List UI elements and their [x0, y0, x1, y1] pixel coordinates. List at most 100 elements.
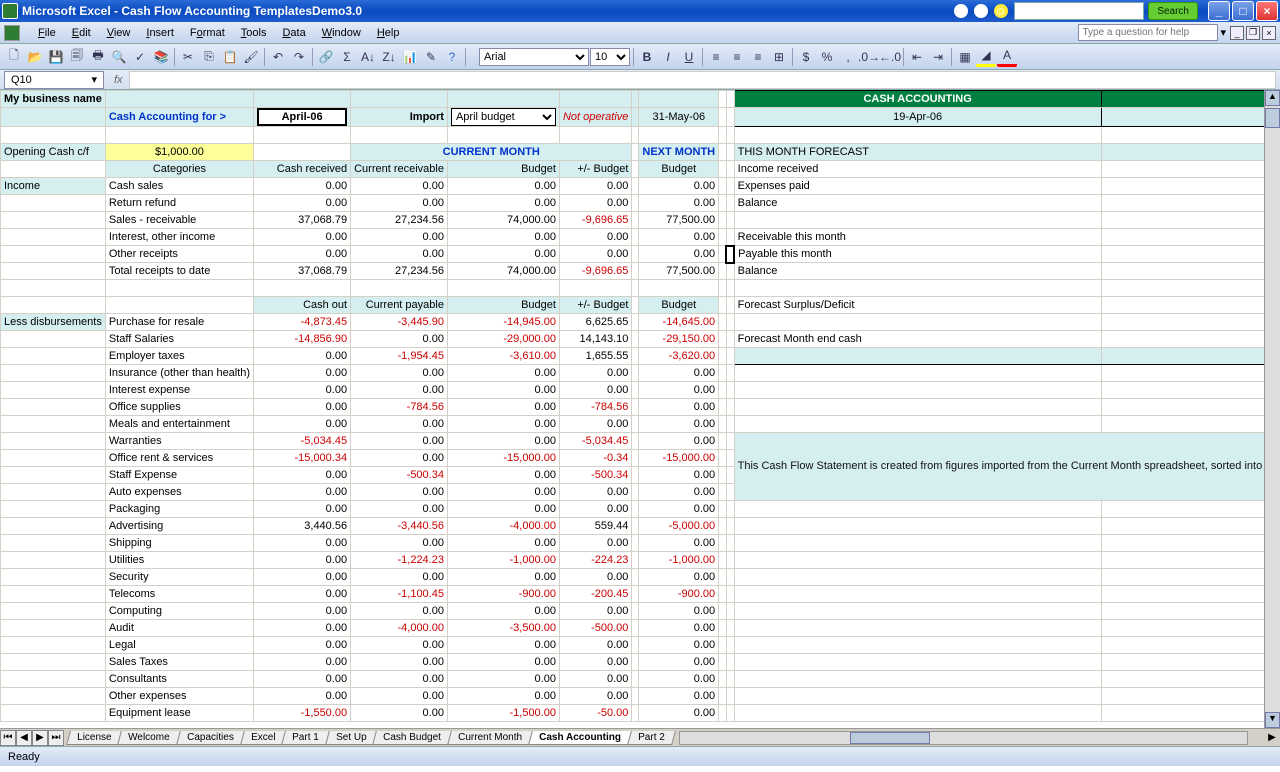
cell[interactable]: [726, 382, 734, 399]
cell[interactable]: Packaging: [105, 501, 253, 518]
align-center-icon[interactable]: ≡: [727, 47, 747, 67]
merge-icon[interactable]: ⊞: [769, 47, 789, 67]
cell[interactable]: [726, 586, 734, 603]
cell[interactable]: -14,856.90: [254, 331, 351, 348]
cell[interactable]: 0.00: [254, 620, 351, 637]
cell[interactable]: 0.00: [559, 484, 631, 501]
mdi-minimize[interactable]: _: [1230, 26, 1244, 40]
cell[interactable]: [1101, 314, 1280, 331]
minimize-button[interactable]: _: [1208, 1, 1230, 21]
cell[interactable]: [639, 91, 719, 108]
cell[interactable]: [632, 569, 639, 586]
cell[interactable]: [719, 144, 727, 161]
cell[interactable]: -1,224.23: [351, 552, 448, 569]
cell[interactable]: Sales - receivable: [105, 212, 253, 229]
cell[interactable]: -3,610.00: [447, 348, 559, 365]
cell[interactable]: [734, 280, 1101, 297]
cell[interactable]: Consultants: [105, 671, 253, 688]
cell[interactable]: [1, 246, 106, 263]
cell[interactable]: [254, 280, 351, 297]
cell[interactable]: [632, 246, 639, 263]
cell[interactable]: [447, 91, 559, 108]
cell[interactable]: 0.00: [254, 603, 351, 620]
cell[interactable]: [1101, 654, 1280, 671]
cell[interactable]: [734, 637, 1101, 654]
cell[interactable]: -9,696.65: [559, 263, 631, 280]
cell[interactable]: [719, 348, 727, 365]
cell[interactable]: [734, 382, 1101, 399]
cell[interactable]: [734, 705, 1101, 722]
cell[interactable]: [719, 127, 727, 144]
chart-icon[interactable]: 📊: [400, 47, 420, 67]
cell[interactable]: Purchase for resale: [105, 314, 253, 331]
cell[interactable]: 0.00: [447, 246, 559, 263]
cell[interactable]: [719, 552, 727, 569]
cell[interactable]: [719, 212, 727, 229]
cell[interactable]: 0.00: [639, 705, 719, 722]
align-left-icon[interactable]: ≡: [706, 47, 726, 67]
cell[interactable]: Balance: [734, 263, 1101, 280]
drawing-icon[interactable]: ✎: [421, 47, 441, 67]
currency-icon[interactable]: $: [796, 47, 816, 67]
cell[interactable]: 0.00: [639, 569, 719, 586]
cell[interactable]: [559, 280, 631, 297]
scroll-up-icon[interactable]: ▲: [1265, 90, 1280, 106]
cell[interactable]: 31-May-06: [639, 108, 719, 127]
cell[interactable]: [447, 127, 559, 144]
cell[interactable]: Equipment lease: [105, 705, 253, 722]
cell[interactable]: 0.00: [254, 195, 351, 212]
cell[interactable]: [1, 195, 106, 212]
cell[interactable]: April-06: [254, 108, 351, 127]
cell[interactable]: [726, 195, 734, 212]
percent-icon[interactable]: %: [817, 47, 837, 67]
cell[interactable]: April budget: [447, 108, 559, 127]
mail-icon[interactable]: ✉: [974, 4, 988, 18]
sheet-tab[interactable]: Capacities: [176, 731, 244, 745]
sort-desc-icon[interactable]: Z↓: [379, 47, 399, 67]
cell[interactable]: [1, 450, 106, 467]
cell[interactable]: Legal: [105, 637, 253, 654]
cell[interactable]: [559, 127, 631, 144]
cell[interactable]: Office rent & services: [105, 450, 253, 467]
cell[interactable]: [1101, 144, 1280, 161]
borders-icon[interactable]: ▦: [955, 47, 975, 67]
cell[interactable]: 0.00: [639, 671, 719, 688]
cell[interactable]: [726, 331, 734, 348]
cell[interactable]: [1, 484, 106, 501]
cell[interactable]: [734, 603, 1101, 620]
cell[interactable]: [726, 416, 734, 433]
maximize-button[interactable]: □: [1232, 1, 1254, 21]
sheet-tab[interactable]: Part 1: [281, 731, 329, 745]
cell[interactable]: -3,445.90: [351, 314, 448, 331]
cell[interactable]: [254, 144, 351, 161]
cell[interactable]: [632, 127, 639, 144]
cell[interactable]: [1101, 348, 1280, 365]
cell[interactable]: [726, 535, 734, 552]
hscroll-thumb[interactable]: [850, 732, 930, 744]
cell[interactable]: -500.34: [351, 467, 448, 484]
cell[interactable]: [1, 671, 106, 688]
cell[interactable]: [726, 705, 734, 722]
cell[interactable]: [719, 297, 727, 314]
cell[interactable]: [632, 91, 639, 108]
cell[interactable]: -5,034.45: [559, 433, 631, 450]
cell[interactable]: [734, 399, 1101, 416]
cell[interactable]: 0.00: [447, 484, 559, 501]
cell[interactable]: [632, 467, 639, 484]
cell[interactable]: [632, 108, 639, 127]
cell[interactable]: [726, 620, 734, 637]
cell[interactable]: 0.00: [254, 348, 351, 365]
menu-view[interactable]: View: [99, 25, 139, 41]
cell[interactable]: 0.00: [559, 178, 631, 195]
cell[interactable]: [1101, 518, 1280, 535]
cell[interactable]: [726, 108, 734, 127]
cell[interactable]: -5,034.45: [254, 433, 351, 450]
cell[interactable]: 0.00: [254, 688, 351, 705]
buddy-icon[interactable]: ☺: [994, 4, 1008, 18]
research-icon[interactable]: 📚: [151, 47, 171, 67]
cell[interactable]: [719, 365, 727, 382]
preview-icon[interactable]: 🔍: [109, 47, 129, 67]
cell[interactable]: 0.00: [447, 467, 559, 484]
cell[interactable]: 0.00: [351, 501, 448, 518]
cell[interactable]: [1101, 382, 1280, 399]
